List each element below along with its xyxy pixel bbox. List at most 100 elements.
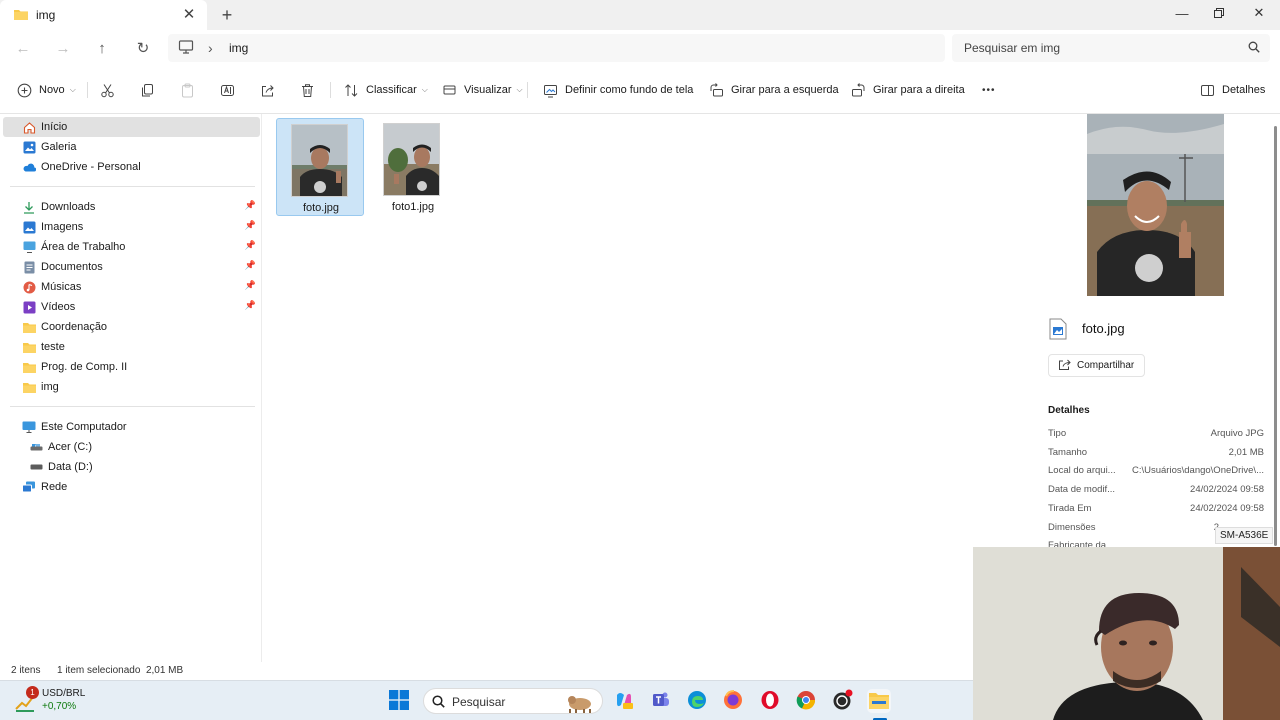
rotate-left-button[interactable]: Girar para a esquerda [708, 78, 839, 102]
pin-icon[interactable]: 📌 [245, 260, 256, 271]
paste-button[interactable] [179, 78, 195, 102]
taskbar-search[interactable]: Pesquisar [423, 688, 603, 714]
weather-widget[interactable]: 1 USD/BRL +0,70% [14, 686, 124, 715]
network-icon [22, 480, 36, 494]
sidebar-item-documentos[interactable]: Documentos 📌 [3, 257, 260, 277]
close-tab-icon[interactable]: ✕ [182, 6, 196, 23]
detail-row-tipo: Tipo Arquivo JPG [1048, 428, 1264, 444]
details-file-name: foto.jpg [1082, 321, 1125, 336]
share-button[interactable]: Compartilhar [1048, 354, 1145, 377]
search-icon [432, 695, 445, 711]
download-icon [22, 200, 36, 214]
start-button[interactable] [387, 689, 411, 713]
taskbar-obs[interactable] [831, 689, 855, 713]
file-item-foto1[interactable]: foto1.jpg [369, 118, 457, 216]
image-preview [1087, 114, 1224, 296]
sidebar-item-videos[interactable]: Vídeos 📌 [3, 297, 260, 317]
item-count: 2 itens [11, 665, 41, 676]
rotate-right-button[interactable]: Girar para a direita [850, 78, 965, 102]
view-icon [441, 82, 457, 98]
detail-key: Fabricante da... [1048, 540, 1115, 547]
pin-icon[interactable]: 📌 [245, 300, 256, 311]
set-wallpaper-button[interactable]: Definir como fundo de tela [542, 78, 693, 102]
taskbar-chrome[interactable] [794, 689, 818, 713]
sidebar-item-label: Vídeos [41, 301, 76, 313]
back-icon[interactable]: ← [13, 38, 33, 58]
sidebar-item-galeria[interactable]: Galeria [3, 137, 260, 157]
plus-circle-icon [16, 82, 32, 98]
pin-icon[interactable]: 📌 [245, 200, 256, 211]
pin-icon[interactable]: 📌 [245, 240, 256, 251]
sidebar-item-label: Downloads [41, 201, 96, 213]
sidebar-item-teste[interactable]: teste [3, 337, 260, 357]
delete-button[interactable] [299, 78, 315, 102]
selection-info: 1 item selecionado 2,01 MB [57, 665, 184, 676]
sidebar-item-prog-de-comp[interactable]: Prog. de Comp. II [3, 357, 260, 377]
maximize-icon[interactable] [1208, 4, 1230, 22]
up-icon[interactable]: ↑ [92, 38, 112, 58]
opera-icon [760, 690, 780, 713]
sidebar-item-label: Prog. de Comp. II [41, 361, 128, 373]
taskbar-copilot[interactable] [612, 689, 636, 713]
taskbar: 1 USD/BRL +0,70% Pesquisar [0, 680, 973, 720]
sidebar-item-este-computador[interactable]: Este Computador [3, 417, 260, 437]
windows-icon [389, 689, 409, 713]
file-name: foto1.jpg [391, 201, 435, 213]
sort-button[interactable]: Classificar ⌵ [343, 78, 428, 102]
taskbar-teams[interactable] [649, 689, 673, 713]
cut-button[interactable] [99, 78, 115, 102]
search-input[interactable]: Pesquisar em img [964, 41, 1060, 55]
minimize-icon[interactable]: — [1171, 4, 1193, 22]
details-pane-button[interactable]: Detalhes [1199, 78, 1265, 102]
chevron-down-icon: ⌵ [69, 85, 76, 94]
share-button[interactable] [259, 78, 275, 102]
taskbar-opera[interactable] [758, 689, 782, 713]
pin-icon[interactable]: 📌 [245, 220, 256, 231]
details-scrollbar[interactable] [1274, 126, 1277, 546]
close-window-icon[interactable]: ✕ [1248, 4, 1270, 22]
sidebar-item-data-d[interactable]: Data (D:) [3, 457, 260, 477]
drive-icon [29, 460, 43, 474]
edge-icon [687, 690, 707, 713]
refresh-icon[interactable]: ↻ [133, 38, 153, 58]
sidebar-item-acer-c[interactable]: Acer (C:) [3, 437, 260, 457]
pictures-icon [22, 220, 36, 234]
sidebar-item-label: Acer (C:) [48, 441, 92, 453]
sidebar-item-coordenacao[interactable]: Coordenação [3, 317, 260, 337]
new-button[interactable]: Novo ⌵ [16, 78, 76, 102]
sidebar-item-imagens[interactable]: Imagens 📌 [3, 217, 260, 237]
sidebar-item-label: Área de Trabalho [41, 241, 126, 253]
sidebar-item-downloads[interactable]: Downloads 📌 [3, 197, 260, 217]
forward-icon[interactable]: → [53, 38, 73, 58]
file-item-foto[interactable]: foto.jpg [276, 118, 364, 216]
share-icon [259, 82, 275, 98]
rename-button[interactable] [219, 78, 235, 102]
breadcrumb-img[interactable]: img [229, 41, 248, 55]
sidebar-item-onedrive[interactable]: OneDrive - Personal [3, 157, 260, 177]
taskbar-file-explorer[interactable] [867, 689, 891, 713]
sidebar-item-area-de-trabalho[interactable]: Área de Trabalho 📌 [3, 237, 260, 257]
rotate-left-label: Girar para a esquerda [731, 84, 839, 96]
desktop-icon [22, 240, 36, 254]
paste-icon [179, 82, 195, 98]
address-bar[interactable]: › img [168, 34, 945, 62]
detail-value: C:\Usuários\dango\OneDrive\... [1131, 465, 1264, 476]
detail-row-tirada-em: Tirada Em 24/02/2024 09:58 [1048, 503, 1264, 519]
sidebar-item-inicio[interactable]: Início [3, 117, 260, 137]
more-options-icon[interactable]: ••• [982, 78, 996, 102]
notification-badge: 1 [26, 686, 39, 699]
view-button[interactable]: Visualizar ⌵ [441, 78, 523, 102]
sidebar-item-img[interactable]: img [3, 377, 260, 397]
copy-icon [139, 82, 155, 98]
detail-row-local: Local do arqui... C:\Usuários\dango\OneD… [1048, 465, 1264, 481]
pin-icon[interactable]: 📌 [245, 280, 256, 291]
onedrive-icon [22, 160, 36, 174]
taskbar-firefox[interactable] [721, 689, 745, 713]
search-box[interactable]: Pesquisar em img [952, 34, 1270, 62]
new-tab-button[interactable]: + [218, 5, 236, 25]
tab-img[interactable]: img ✕ [0, 0, 207, 30]
sidebar-item-rede[interactable]: Rede [3, 477, 260, 497]
sidebar-item-musicas[interactable]: Músicas 📌 [3, 277, 260, 297]
taskbar-edge[interactable] [685, 689, 709, 713]
copy-button[interactable] [139, 78, 155, 102]
